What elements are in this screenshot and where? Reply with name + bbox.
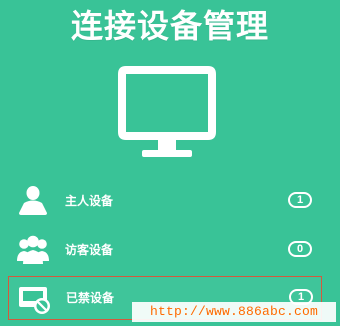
watermark: http://www.886abc.com xyxy=(132,302,336,322)
single-user-icon xyxy=(16,184,50,218)
device-label-blocked: 已禁设备 xyxy=(66,291,115,305)
blocked-device-icon xyxy=(17,281,51,315)
device-row-owner[interactable]: 主人设备 1 xyxy=(8,180,322,224)
device-label-owner: 主人设备 xyxy=(65,194,114,208)
device-label-guest: 访客设备 xyxy=(65,243,114,257)
multi-user-icon xyxy=(16,233,50,267)
monitor-icon xyxy=(118,66,216,162)
device-row-guest[interactable]: 访客设备 0 xyxy=(8,229,322,273)
device-count-guest: 0 xyxy=(288,241,312,257)
device-count-owner: 1 xyxy=(288,192,312,208)
page-title: 连接设备管理 xyxy=(70,7,269,45)
